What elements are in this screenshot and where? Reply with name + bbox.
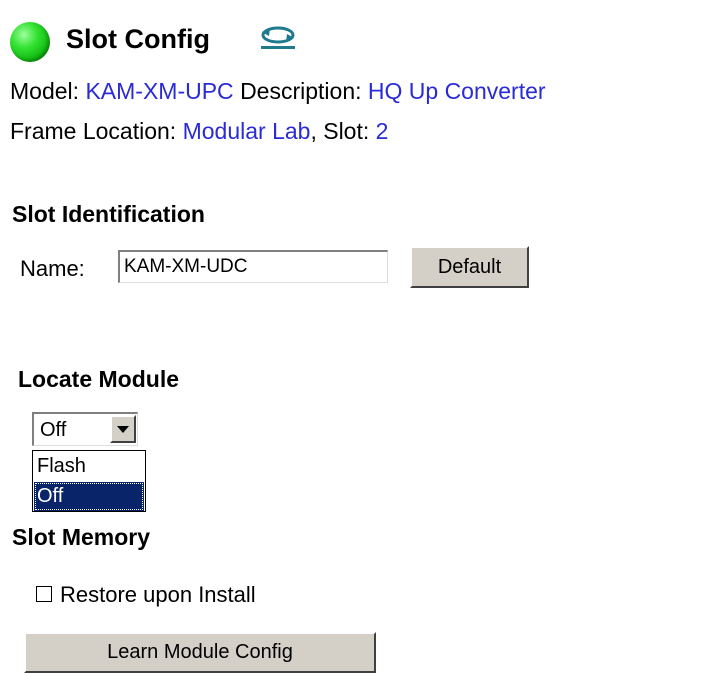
locate-module-selected-value: Off [40, 419, 67, 441]
refresh-icon[interactable] [258, 24, 298, 50]
page-title: Slot Config [66, 24, 210, 54]
location-line: Frame Location: Modular Lab, Slot: 2 [10, 116, 388, 146]
frame-location-value: Modular Lab [182, 118, 311, 144]
learn-module-config-button[interactable]: Learn Module Config [24, 632, 376, 673]
model-value: KAM-XM-UPC [85, 78, 234, 104]
slot-identification-heading: Slot Identification [12, 201, 205, 227]
name-field[interactable] [118, 250, 388, 283]
restore-upon-install-checkbox[interactable] [36, 586, 52, 602]
description-value: HQ Up Converter [367, 78, 546, 104]
locate-module-dropdown-list: Flash Off [32, 450, 146, 512]
description-label: Description: [240, 78, 362, 104]
frame-location-label: Frame Location: [10, 118, 177, 144]
slot-label: , Slot: [310, 118, 370, 144]
slot-value: 2 [375, 118, 389, 144]
locate-module-heading: Locate Module [18, 366, 180, 392]
model-label: Model: [10, 78, 80, 104]
model-description-line: Model: KAM-XM-UPC Description: HQ Up Con… [10, 76, 546, 106]
default-button[interactable]: Default [410, 246, 529, 288]
chevron-down-icon[interactable] [110, 415, 136, 443]
restore-upon-install-label: Restore upon Install [60, 582, 256, 607]
option-off[interactable]: Off [34, 482, 144, 511]
name-label: Name: [20, 256, 85, 281]
slot-memory-heading: Slot Memory [12, 524, 151, 550]
locate-module-select[interactable]: Off [32, 412, 138, 446]
status-indicator-icon [10, 22, 50, 62]
option-flash[interactable]: Flash [34, 452, 144, 481]
